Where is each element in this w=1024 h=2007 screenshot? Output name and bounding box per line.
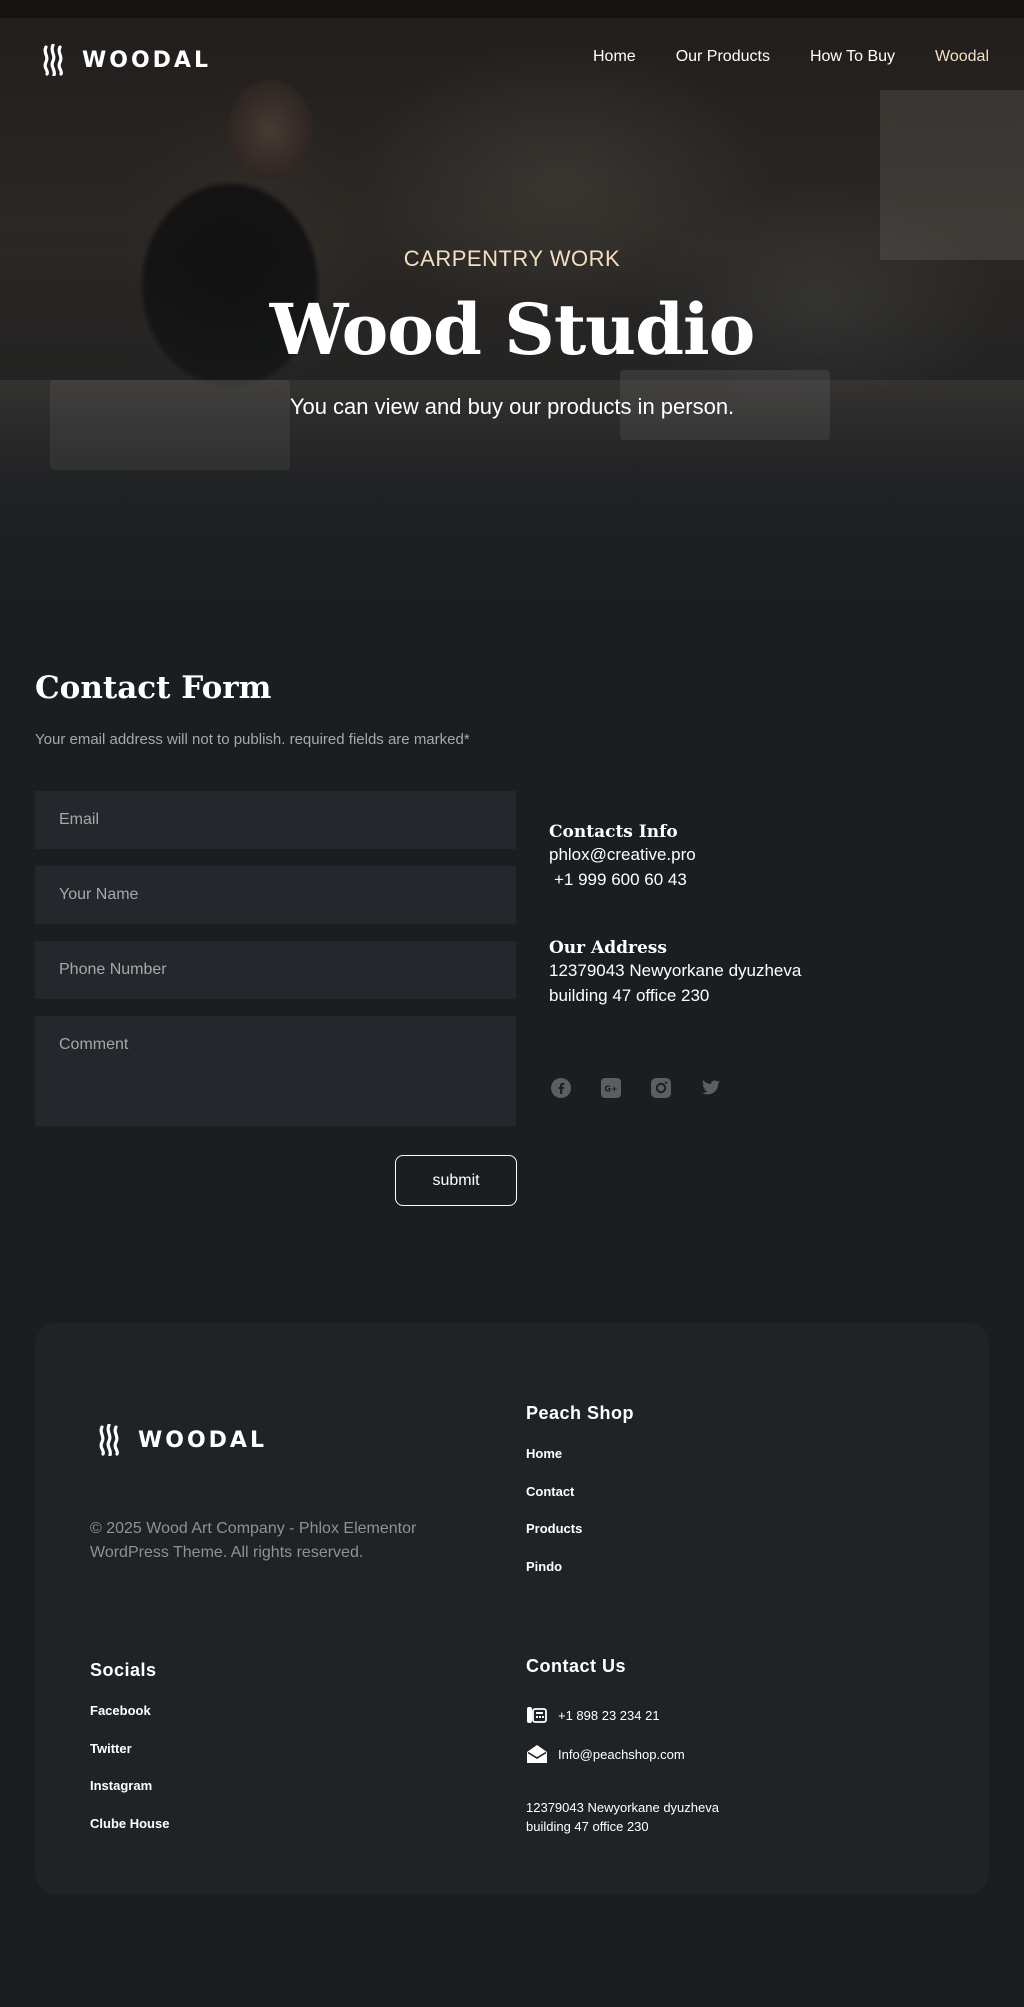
footer-link-pindo[interactable]: Pindo	[526, 1559, 634, 1597]
contacts-info-phone[interactable]: +1 999 600 60 43	[549, 867, 696, 892]
contacts-info-email[interactable]: phlox@creative.pro	[549, 842, 696, 867]
contacts-info-title: Contacts Info	[549, 822, 678, 842]
footer-logo[interactable]: WOODAL	[98, 1424, 267, 1456]
instagram-icon[interactable]	[650, 1077, 672, 1099]
footer-email-row[interactable]: Info@peachshop.com	[526, 1743, 719, 1765]
nav-link-home[interactable]: Home	[593, 48, 636, 66]
footer-link-twitter[interactable]: Twitter	[90, 1741, 169, 1779]
hero-description: You can view and buy our products in per…	[289, 394, 735, 419]
footer-link-contact[interactable]: Contact	[526, 1484, 634, 1522]
envelope-open-icon	[527, 1745, 547, 1763]
google-plus-icon[interactable]: G+	[600, 1077, 622, 1099]
submit-button[interactable]: submit	[395, 1155, 517, 1206]
nav-link-how-to-buy[interactable]: How To Buy	[810, 48, 895, 66]
footer-contact-column: Contact Us +1 898 23 234 21 Info@peachsh…	[526, 1656, 719, 1836]
footer-address-line-2: building 47 office 230	[526, 1819, 649, 1834]
social-icons: G+	[550, 1077, 722, 1099]
contact-form-description: Your email address will not to publish. …	[35, 731, 470, 748]
footer-address-line-1: 12379043 Newyorkane dyuzheva	[526, 1800, 719, 1815]
nav-link-our-products[interactable]: Our Products	[676, 48, 770, 66]
footer-shop-column: Peach Shop Home Contact Products Pindo	[526, 1403, 634, 1596]
phone-field[interactable]	[35, 941, 516, 999]
footer-logo-text: WOODAL	[138, 1427, 267, 1453]
address-line-2: building 47 office 230	[549, 986, 710, 1005]
woodal-logo-icon	[99, 1424, 119, 1456]
address-block: Our Address 12379043 Newyorkane dyuzheva…	[549, 938, 801, 1008]
address-line-1: 12379043 Newyorkane dyuzheva	[549, 961, 802, 980]
header-logo-text: WOODAL	[82, 47, 211, 73]
hero-eyebrow: CARPENTRY WORK	[403, 246, 621, 271]
footer-card: WOODAL © 2025 Wood Art Company - Phlox E…	[35, 1323, 989, 1895]
footer-email: Info@peachshop.com	[558, 1746, 685, 1762]
footer-link-facebook[interactable]: Facebook	[90, 1703, 169, 1741]
facebook-icon[interactable]	[550, 1077, 572, 1099]
footer-link-instagram[interactable]: Instagram	[90, 1778, 169, 1816]
footer-link-products[interactable]: Products	[526, 1521, 634, 1559]
footer-phone-row[interactable]: +1 898 23 234 21	[526, 1705, 719, 1725]
footer-shop-title: Peach Shop	[526, 1403, 635, 1423]
email-field[interactable]	[35, 791, 516, 849]
woodal-logo-icon	[43, 44, 63, 76]
main-navigation: WOODAL Home Our Products How To Buy Wood…	[0, 38, 1024, 82]
name-field[interactable]	[35, 866, 516, 924]
contacts-info-block: Contacts Info phlox@creative.pro +1 999 …	[549, 822, 696, 892]
svg-text:G+: G+	[604, 1085, 617, 1094]
footer-socials-column: Socials Facebook Twitter Instagram Clube…	[90, 1660, 169, 1853]
header-logo[interactable]: WOODAL	[42, 44, 211, 76]
footer-copyright: © 2025 Wood Art Company - Phlox Elemento…	[90, 1520, 417, 1561]
hero-title: Wood Studio	[269, 288, 756, 371]
comment-field[interactable]	[35, 1016, 516, 1126]
footer-socials-title: Socials	[90, 1660, 157, 1680]
footer-phone: +1 898 23 234 21	[558, 1707, 660, 1723]
twitter-icon[interactable]	[700, 1077, 722, 1099]
footer-link-clube-house[interactable]: Clube House	[90, 1816, 169, 1854]
hero-section: WOODAL Home Our Products How To Buy Wood…	[0, 0, 1024, 630]
contact-form-title: Contact Form	[35, 670, 272, 706]
address-title: Our Address	[549, 938, 667, 958]
footer-contact-title: Contact Us	[526, 1656, 627, 1676]
nav-link-woodal[interactable]: Woodal	[935, 48, 989, 66]
nav-links: Home Our Products How To Buy Woodal	[593, 48, 989, 66]
footer-link-home[interactable]: Home	[526, 1446, 634, 1484]
phone-icon	[527, 1707, 547, 1723]
footer-address: 12379043 Newyorkane dyuzheva building 47…	[526, 1798, 719, 1836]
